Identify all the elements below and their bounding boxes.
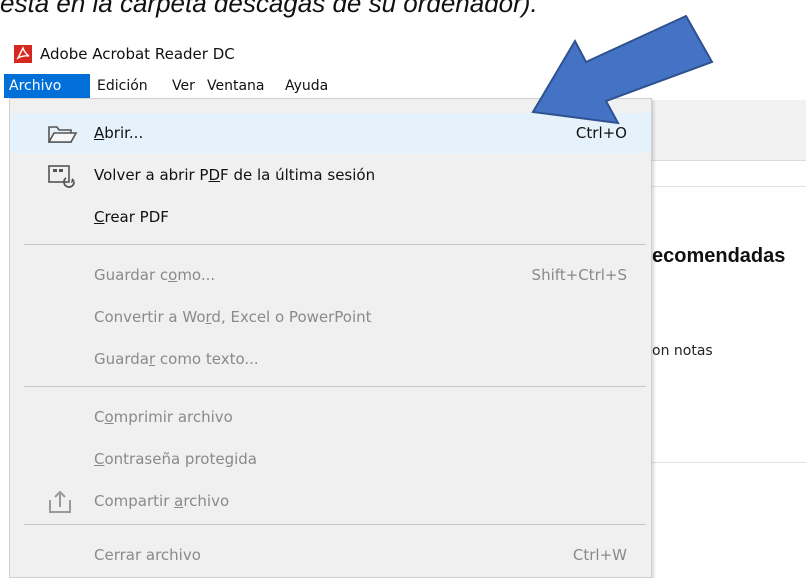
menu-separator <box>24 244 646 245</box>
open-folder-icon <box>46 121 78 145</box>
reopen-document-icon <box>46 163 78 188</box>
acrobat-logo-icon <box>14 45 32 63</box>
background-heading: ecomendadas <box>652 245 786 267</box>
file-menu-dropdown: Abrir... Ctrl+O Volver a abrir PDF de la ú… <box>9 98 652 578</box>
file-menu-item[interactable]: Guardar como... Shift+Ctrl+S <box>10 255 651 295</box>
file-menu-item[interactable]: Compartir archivo <box>10 481 651 521</box>
menu-archivo[interactable]: Archivo <box>4 74 90 98</box>
file-menu-item-label: Comprimir archivo <box>94 408 233 426</box>
file-menu-item[interactable]: Volver a abrir PDF de la última sesión <box>10 155 651 195</box>
file-menu-item[interactable]: Abrir... Ctrl+O <box>10 113 651 153</box>
file-menu-item[interactable]: Crear PDF <box>10 197 651 237</box>
file-menu-item-label: Compartir archivo <box>94 492 230 510</box>
file-menu-item-label: Cerrar archivo <box>94 546 201 564</box>
file-menu-item-label: Volver a abrir PDF de la última sesión <box>94 166 376 184</box>
background-panel <box>650 186 806 463</box>
file-menu-item-label: Contraseña protegida <box>94 450 257 468</box>
file-menu-item[interactable]: Comprimir archivo <box>10 397 651 437</box>
file-menu-item-shortcut: Shift+Ctrl+S <box>531 266 627 284</box>
menu-separator <box>24 386 646 387</box>
menu-ver[interactable]: Ver <box>167 74 200 98</box>
window-title: Adobe Acrobat Reader DC <box>40 45 235 63</box>
file-menu-item[interactable]: Convertir a Word, Excel o PowerPoint <box>10 297 651 337</box>
file-menu-item-label: Convertir a Word, Excel o PowerPoint <box>94 308 372 326</box>
background-notes: on notas <box>652 343 713 359</box>
instruction-caption: está en la carpeta descagas de su ordena… <box>0 0 538 18</box>
menu-bar: Archivo Edición Ver Ventana Ayuda <box>0 74 806 98</box>
file-menu-item-label: Guardar como texto... <box>94 350 259 368</box>
menu-ventana[interactable]: Ventana <box>202 74 270 98</box>
share-upload-icon <box>46 489 78 513</box>
file-menu-item[interactable]: Guardar como texto... <box>10 339 651 379</box>
background-toolbar <box>650 100 806 161</box>
file-menu-item-label: Abrir... <box>94 124 144 142</box>
file-menu-item[interactable]: Contraseña protegida <box>10 439 651 479</box>
file-menu-item-shortcut: Ctrl+O <box>575 124 627 142</box>
menu-edicion[interactable]: Edición <box>92 74 153 98</box>
file-menu-item-label: Crear PDF <box>94 208 169 226</box>
file-menu-item-label: Guardar como... <box>94 266 216 284</box>
menu-ayuda[interactable]: Ayuda <box>280 74 333 98</box>
file-menu-item-shortcut: Ctrl+W <box>572 546 627 564</box>
menu-separator <box>24 524 646 525</box>
file-menu-item[interactable]: Cerrar archivo Ctrl+W <box>10 535 651 575</box>
